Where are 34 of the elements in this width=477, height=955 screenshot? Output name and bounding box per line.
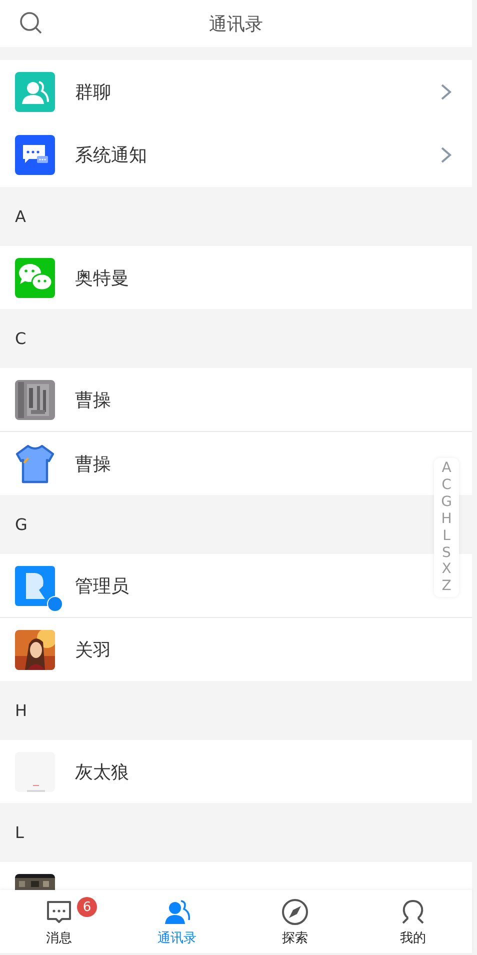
- contact-name: 曹操: [75, 452, 111, 476]
- contact-name: 关羽: [75, 638, 111, 662]
- tab[interactable]: 通讯录: [118, 890, 236, 953]
- contact-row[interactable]: 奥特曼: [0, 246, 472, 309]
- contact-row[interactable]: 曹操: [0, 368, 472, 431]
- search-icon[interactable]: [19, 11, 43, 35]
- section-letter: C: [15, 329, 26, 348]
- tab[interactable]: 消息 6: [0, 890, 118, 953]
- page-title: 通讯录: [209, 12, 263, 36]
- contacts-icon: [163, 898, 191, 926]
- list-item[interactable]: 群聊: [0, 60, 472, 123]
- compass-icon: [281, 898, 309, 926]
- item-label: 群聊: [75, 80, 111, 104]
- unread-badge: 6: [77, 897, 97, 917]
- chat-bubbles-icon: [15, 135, 55, 175]
- user-icon: [15, 566, 63, 614]
- section-letter: G: [15, 515, 28, 534]
- tab[interactable]: 探索: [236, 890, 354, 953]
- chat-bubbles-icon: [15, 258, 55, 298]
- contact-row[interactable]: 灰太狼: [0, 740, 472, 803]
- chat-icon: [45, 898, 73, 926]
- group-icon: [15, 72, 55, 112]
- item-label: 系统通知: [75, 144, 147, 167]
- section-letter: L: [15, 823, 24, 842]
- contact-name: 奥特曼: [75, 266, 129, 290]
- section-letter: H: [15, 701, 28, 720]
- contact-name: 灰太狼: [75, 760, 129, 784]
- section-letter: A: [15, 207, 26, 226]
- tab[interactable]: 我的: [354, 890, 472, 953]
- contact-row[interactable]: 关羽: [0, 617, 472, 681]
- contact-name: 曹操: [75, 388, 111, 412]
- contact-name: 管理员: [75, 574, 129, 598]
- list-item[interactable]: 系统通知: [0, 123, 472, 187]
- shirt-icon: [15, 444, 55, 484]
